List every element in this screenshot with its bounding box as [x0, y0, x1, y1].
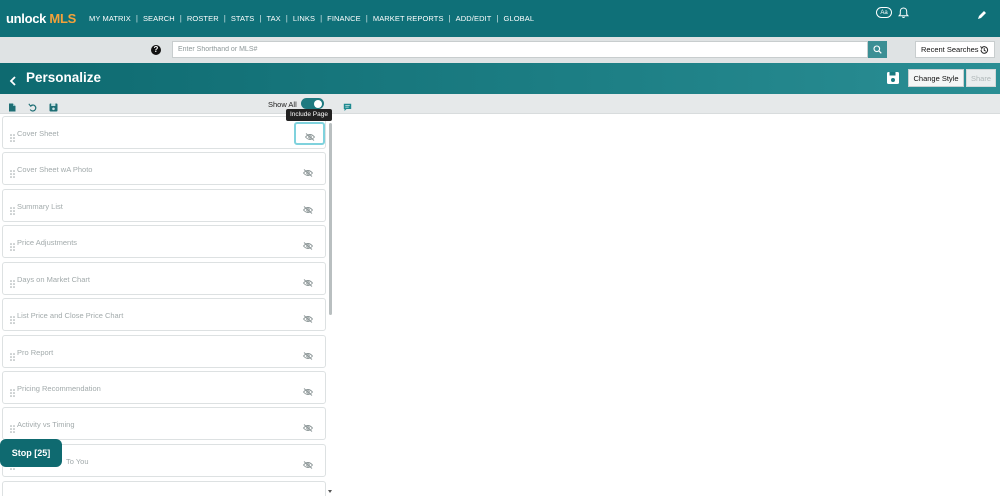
page-item-label: Pricing Recommendation: [17, 384, 101, 393]
title-bar: Personalize: [0, 63, 1000, 94]
drag-handle-icon[interactable]: [10, 348, 15, 366]
recent-searches-button[interactable]: Recent Searches: [915, 41, 995, 58]
font-size-button[interactable]: Aa: [876, 7, 892, 18]
drag-handle-icon[interactable]: [10, 238, 15, 256]
page-item-label: Cover Sheet: [17, 129, 59, 138]
page-item-pro-report[interactable]: Pro Report: [2, 335, 326, 368]
change-style-button[interactable]: Change Style: [908, 69, 964, 87]
scrollbar-thumb[interactable]: [329, 123, 332, 315]
page-item-label: To You: [66, 457, 89, 466]
drag-handle-icon[interactable]: [10, 384, 15, 402]
search-bar: ? Recent Searches: [0, 37, 1000, 63]
history-icon: [979, 45, 989, 54]
top-nav: unlock MLS MY MATRIX | SEARCH | ROSTER | ST…: [0, 0, 1000, 37]
page-item-label: Cover Sheet wA Photo: [17, 165, 93, 174]
nav-link-my-matrix[interactable]: MY MATRIX: [89, 14, 131, 23]
page-item-cover-sheet-photo[interactable]: Cover Sheet wA Photo: [2, 152, 326, 185]
nav-link-links[interactable]: LINKS: [293, 14, 315, 23]
logo-text-mls: MLS: [49, 11, 76, 26]
logo-text-unlock: unlock: [6, 11, 47, 26]
nav-link-global[interactable]: GLOBAL: [504, 14, 535, 23]
drag-handle-icon[interactable]: [10, 275, 15, 293]
page-item-label: Activity vs Timing: [17, 420, 75, 429]
show-all-label: Show All: [268, 100, 297, 109]
share-button[interactable]: Share: [966, 69, 996, 87]
toolbar: Show All: [0, 94, 1000, 114]
nav-link-add-edit[interactable]: ADD/EDIT: [456, 14, 492, 23]
eye-slash-icon[interactable]: [302, 347, 314, 365]
page-item-label: Days on Market Chart: [17, 275, 90, 284]
eye-slash-icon[interactable]: [302, 237, 314, 255]
save-icon[interactable]: [886, 71, 900, 90]
pencil-icon[interactable]: [977, 7, 987, 25]
bell-icon[interactable]: [897, 6, 910, 24]
eye-slash-icon[interactable]: [302, 310, 314, 328]
page-item-label: Price Adjustments: [17, 238, 78, 247]
nav-link-finance[interactable]: FINANCE: [327, 14, 361, 23]
comment-icon[interactable]: [343, 99, 352, 117]
nav-link-search[interactable]: SEARCH: [143, 14, 175, 23]
list-scrollbar[interactable]: [328, 115, 333, 496]
help-icon[interactable]: ?: [151, 45, 161, 55]
search-icon: [873, 45, 882, 54]
eye-slash-icon[interactable]: [302, 164, 314, 182]
scroll-down-arrow-icon[interactable]: [328, 490, 332, 493]
back-icon[interactable]: [9, 73, 17, 91]
search-button[interactable]: [868, 41, 887, 58]
page-item-label: List Price and Close Price Chart: [17, 311, 124, 320]
drag-handle-icon[interactable]: [10, 202, 15, 220]
include-page-tooltip: Include Page: [286, 109, 332, 121]
eye-slash-icon[interactable]: [302, 419, 314, 437]
page-item-partial[interactable]: [2, 481, 326, 496]
toggle-knob: [314, 99, 322, 108]
drag-handle-icon[interactable]: [10, 129, 15, 147]
page-item-label: Summary List: [17, 202, 63, 211]
stop-button[interactable]: Stop [25]: [0, 439, 62, 467]
page-item-label: Pro Report: [17, 348, 54, 357]
eye-slash-icon[interactable]: [302, 456, 314, 474]
drag-handle-icon[interactable]: [10, 420, 15, 438]
eye-slash-icon[interactable]: [302, 274, 314, 292]
show-all-toggle[interactable]: [301, 98, 324, 109]
page-item-price-adjustments[interactable]: Price Adjustments: [2, 225, 326, 258]
include-page-button[interactable]: [294, 122, 325, 145]
eye-slash-icon: [304, 128, 316, 146]
recent-searches-label: Recent Searches: [921, 45, 979, 54]
nav-link-tax[interactable]: TAX: [266, 14, 280, 23]
page-item-pricing-recommendation[interactable]: Pricing Recommendation: [2, 371, 326, 404]
eye-slash-icon[interactable]: [302, 201, 314, 219]
drag-handle-icon[interactable]: [10, 311, 15, 329]
nav-link-roster[interactable]: ROSTER: [187, 14, 219, 23]
page-item-summary-list[interactable]: Summary List: [2, 189, 326, 222]
page-title: Personalize: [26, 70, 102, 85]
page-item-cover-sheet[interactable]: Cover Sheet: [2, 116, 326, 149]
page-item-days-on-market-chart[interactable]: Days on Market Chart: [2, 262, 326, 295]
eye-slash-icon[interactable]: [302, 383, 314, 401]
drag-handle-icon[interactable]: [10, 165, 15, 183]
logo[interactable]: unlock MLS: [6, 11, 76, 26]
nav-links: MY MATRIX | SEARCH | ROSTER | STATS | TAX | L…: [88, 14, 535, 23]
search-input[interactable]: [172, 41, 868, 58]
page-item-list-close-price-chart[interactable]: List Price and Close Price Chart: [2, 298, 326, 331]
page-item-activity-vs-timing[interactable]: Activity vs Timing: [2, 407, 326, 440]
nav-link-stats[interactable]: STATS: [231, 14, 255, 23]
nav-link-market-reports[interactable]: MARKET REPORTS: [373, 14, 444, 23]
